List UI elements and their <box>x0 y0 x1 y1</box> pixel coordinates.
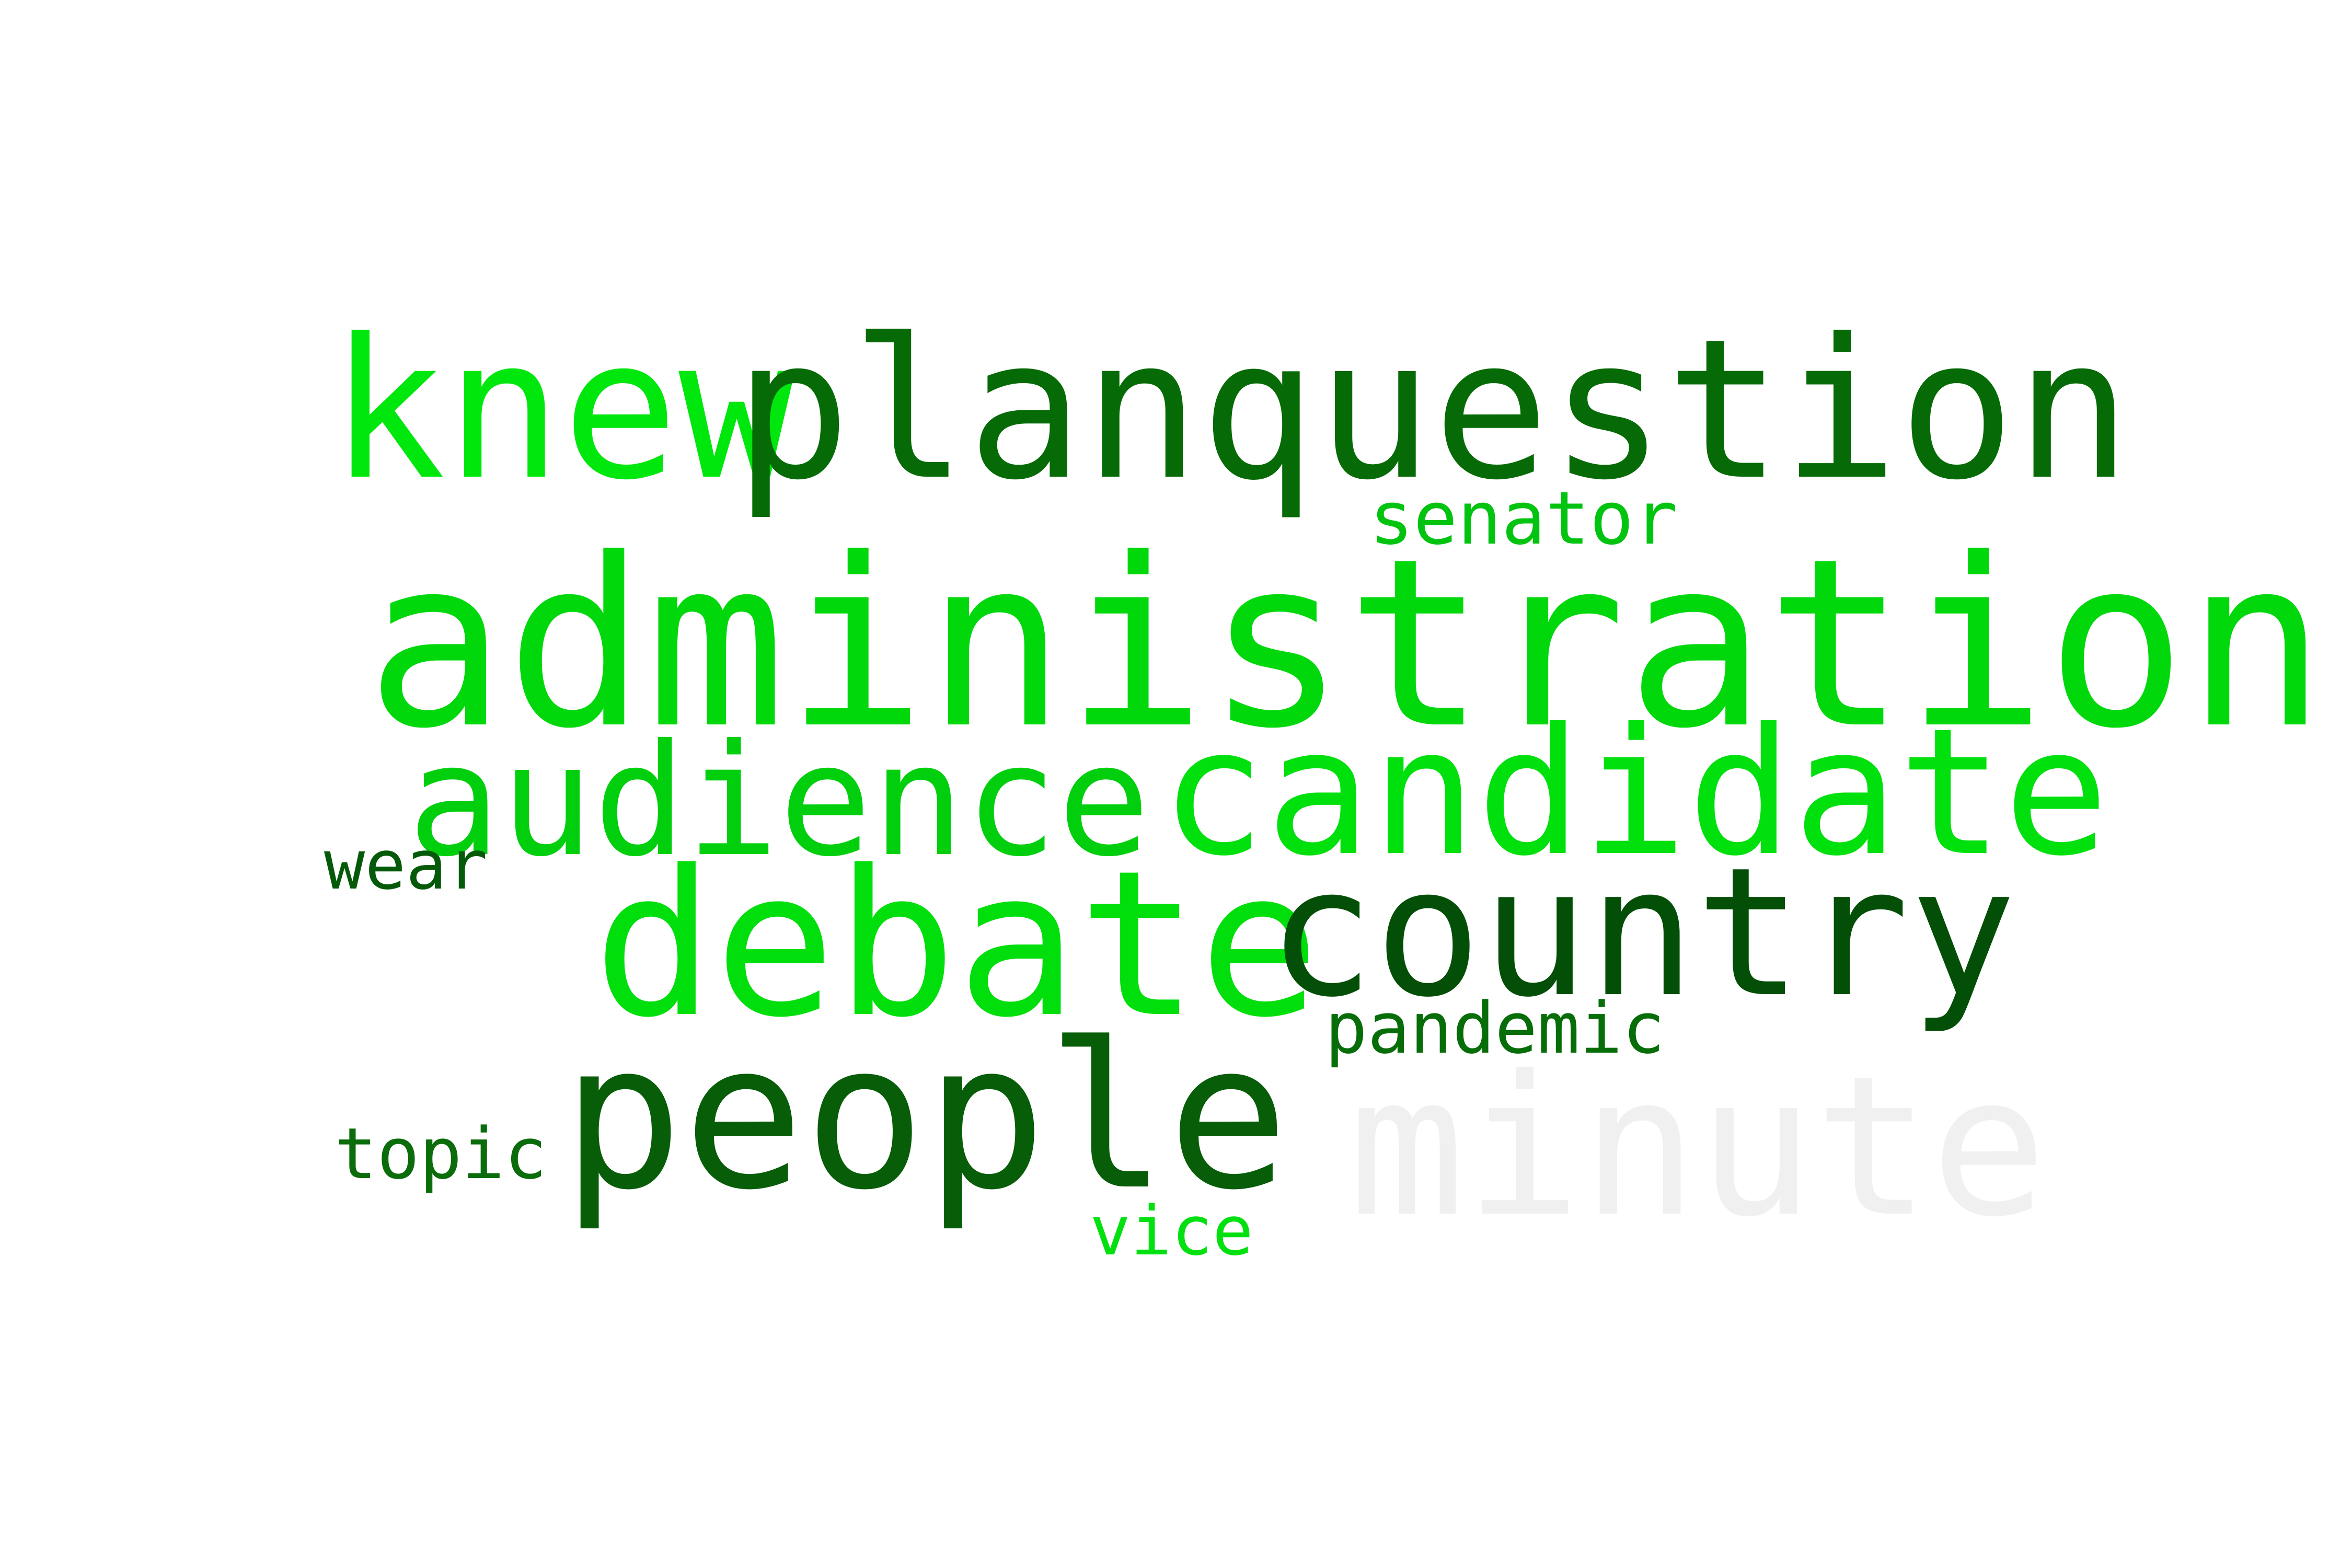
word-vice: vice <box>1090 1191 1254 1271</box>
word-people: people <box>562 1000 1289 1234</box>
word-topic: topic <box>335 1113 547 1195</box>
word-minute: minute <box>1348 1035 2047 1260</box>
word-cloud: knew planquestion senator administration… <box>0 0 2352 1568</box>
word-knew: knew <box>329 298 795 523</box>
word-wear: wear <box>324 825 488 905</box>
